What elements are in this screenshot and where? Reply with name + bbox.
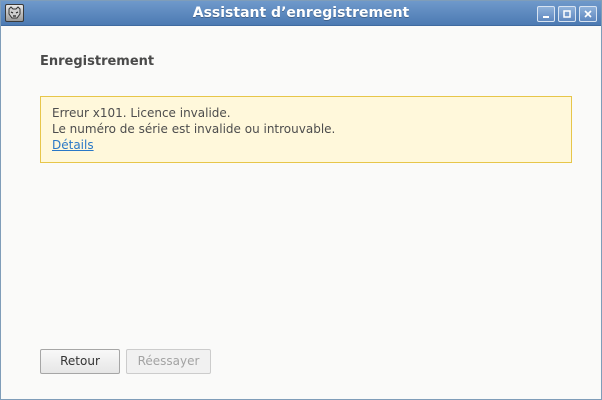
minimize-icon [543, 16, 549, 18]
window-title: Assistant d’enregistrement [192, 5, 410, 21]
retry-button[interactable]: Réessayer [126, 349, 211, 374]
maximize-icon [563, 10, 571, 18]
wizard-content: Enregistrement Erreur x101. Licence inva… [1, 27, 601, 399]
error-description: Le numéro de série est invalide ou intro… [52, 122, 336, 136]
close-button[interactable] [579, 6, 597, 22]
maximize-button[interactable] [558, 6, 576, 22]
title-bar[interactable]: Assistant d’enregistrement [1, 1, 601, 26]
details-link[interactable]: Détails [52, 137, 94, 153]
error-alert: Erreur x101. Licence invalide. Le numéro… [40, 96, 572, 163]
section-title: Enregistrement [40, 54, 155, 69]
error-message: Erreur x101. Licence invalide. [52, 106, 231, 120]
minimize-button[interactable] [537, 6, 555, 22]
close-icon [584, 10, 592, 18]
back-button[interactable]: Retour [40, 349, 120, 374]
registration-window: Assistant d’enregistrement Enregistremen… [0, 0, 602, 400]
